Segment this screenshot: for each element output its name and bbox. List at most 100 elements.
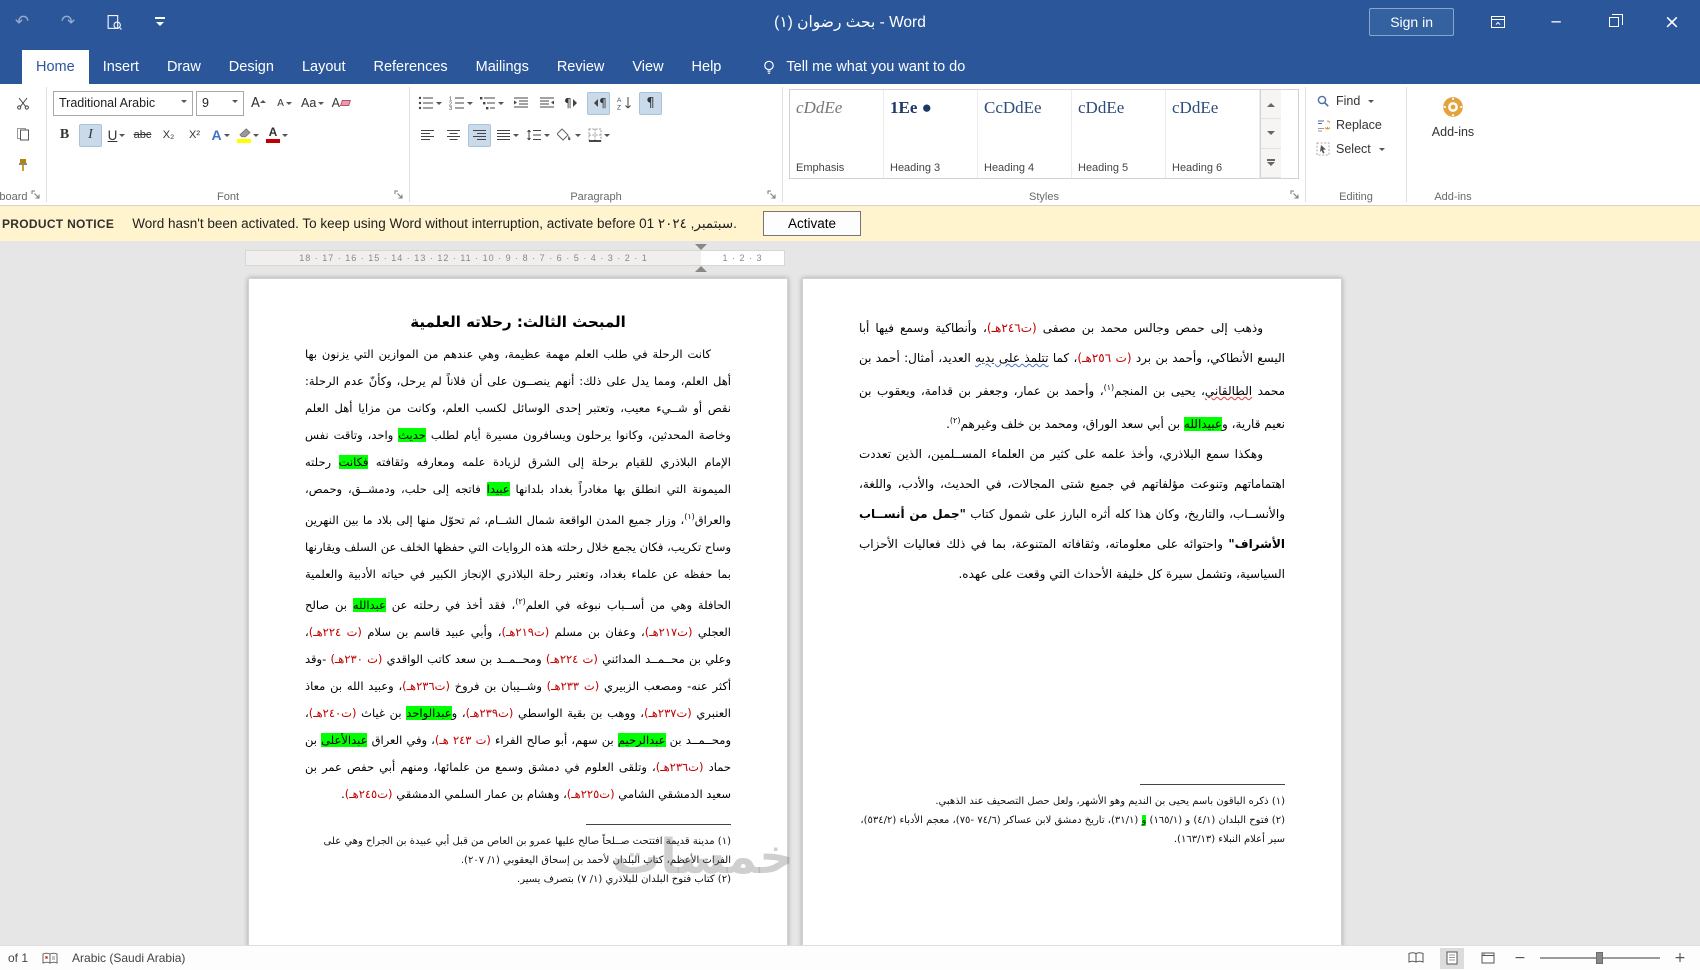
sort-icon[interactable]: AZ [613,92,636,115]
copy-icon[interactable] [12,122,35,145]
notice-message: Word hasn't been activated. To keep usin… [132,215,737,231]
footnote: (٢) فتوح البلدان (٤/١) و (١٦٥/١) و (٣١/١… [860,815,1285,845]
site-watermark: خمسات [612,829,794,885]
document-page-1[interactable]: وذهب إلى حمص وجالس محمد بن مصفى (ت٢٤٦هـ)… [802,278,1342,945]
font-name-combo[interactable]: Traditional Arabic [53,90,193,116]
activate-button[interactable]: Activate [762,211,861,236]
tab-mailings[interactable]: Mailings [462,50,543,84]
style-label: Emphasis [796,162,845,174]
font-color-button[interactable]: A [264,124,290,147]
clipboard-dialog-launcher-icon[interactable] [31,190,43,202]
bullets-icon[interactable] [416,92,444,115]
close-button[interactable]: × [1658,8,1686,36]
clipboard-group: Clipboard [0,84,46,205]
justify-icon[interactable] [494,124,521,147]
proofing-errors-icon[interactable] [42,952,58,964]
paragraph-text[interactable]: كانت الرحلة في طلب العلم مهمة عظيمة، وهي… [305,341,731,808]
redo-icon[interactable]: ↷ [56,10,80,34]
format-painter-icon[interactable] [12,153,35,176]
rtl-direction-icon[interactable]: ¶ [587,91,610,115]
web-layout-icon[interactable] [1476,948,1500,969]
style-heading-4[interactable]: CcDdEe Heading 4 [978,90,1072,178]
read-mode-icon[interactable] [1404,948,1428,969]
sign-in-button[interactable]: Sign in [1369,8,1454,36]
ltr-direction-icon[interactable]: ¶ [561,92,584,115]
tab-insert[interactable]: Insert [89,50,153,84]
print-preview-icon[interactable] [102,10,126,34]
strikethrough-button[interactable]: abc [131,124,154,147]
tab-layout[interactable]: Layout [288,50,360,84]
subscript-button[interactable]: X₂ [157,124,180,147]
undo-icon[interactable]: ↶ [10,10,34,34]
styles-dialog-launcher-icon[interactable] [1290,190,1302,202]
numbering-icon[interactable]: 123 [447,92,475,115]
superscript-button[interactable]: X² [183,124,206,147]
zoom-slider[interactable] [1540,952,1660,964]
borders-icon[interactable] [586,124,612,147]
style-emphasis[interactable]: cDdEe Emphasis [790,90,884,178]
tab-view[interactable]: View [618,50,677,84]
zoom-slider-thumb[interactable] [1596,952,1603,964]
find-button[interactable]: Find [1312,89,1400,113]
ruler-numbers-margin: 1 · 2 · 3 [701,251,784,265]
change-case-button[interactable]: Aa [299,92,326,115]
ruler-numbers-outside: 18 · 17 · 16 · 15 · 14 · 13 · 12 · 11 · … [246,251,701,265]
show-paragraph-marks-icon[interactable]: ¶ [639,91,662,115]
tab-home[interactable]: Home [22,50,89,84]
style-preview: cDdEe [1078,98,1125,117]
tab-draw[interactable]: Draw [153,50,215,84]
highlight-color-button[interactable] [235,124,261,147]
hanging-indent-marker[interactable] [695,260,707,272]
style-heading-3[interactable]: 1Ee ● Heading 3 [884,90,978,178]
addins-group: Add-ins Add-ins [1407,84,1499,205]
shading-icon[interactable] [555,124,583,147]
style-heading-6[interactable]: cDdEe Heading 6 [1166,90,1260,178]
zoom-out-button[interactable]: − [1512,950,1528,966]
align-right-icon[interactable] [468,123,491,147]
multilevel-list-icon[interactable] [478,92,506,115]
decrease-indent-icon[interactable] [509,92,532,115]
gallery-scroll-down-icon[interactable] [1261,119,1281,149]
paragraph-text[interactable]: وذهب إلى حمص وجالس محمد بن مصفى (ت٢٤٦هـ)… [859,313,1285,439]
font-size-combo[interactable]: 9 [196,90,244,116]
italic-button[interactable]: I [79,123,102,147]
select-button[interactable]: Select [1312,137,1400,161]
gallery-scroll-up-icon[interactable] [1261,90,1281,120]
tab-help[interactable]: Help [678,50,736,84]
print-layout-icon[interactable] [1440,947,1464,969]
font-dialog-launcher-icon[interactable] [394,190,406,202]
increase-indent-icon[interactable] [535,92,558,115]
line-spacing-icon[interactable] [524,124,552,147]
page-count-indicator[interactable]: of 1 [8,951,28,965]
language-indicator[interactable]: Arabic (Saudi Arabia) [72,951,185,965]
paragraph-text[interactable]: وهكذا سمع البلاذري، وأخذ علمه على كثير م… [859,439,1285,589]
style-label: Heading 5 [1078,162,1129,174]
svg-text:3: 3 [449,106,452,110]
addins-button[interactable]: Add-ins [1413,89,1493,145]
align-left-icon[interactable] [416,124,439,147]
replace-button[interactable]: Replace [1312,113,1400,137]
word-window: بحث رضوان (١) - Word ↶ ↷ Sign in ─ × Hom… [0,0,1700,970]
style-heading-5[interactable]: cDdEe Heading 5 [1072,90,1166,178]
tab-review[interactable]: Review [543,50,619,84]
tab-design[interactable]: Design [215,50,288,84]
clear-formatting-button[interactable]: A [329,92,352,115]
cut-icon[interactable] [12,91,35,114]
bold-button[interactable]: B [53,124,76,147]
underline-button[interactable]: U [105,124,128,147]
shrink-font-button[interactable]: A [273,92,296,115]
tab-references[interactable]: References [359,50,461,84]
minimize-button[interactable]: ─ [1542,8,1570,36]
gallery-more-icon[interactable] [1261,148,1281,178]
paragraph-dialog-launcher-icon[interactable] [767,190,779,202]
restore-button[interactable] [1600,8,1628,36]
tell-me-box[interactable]: Tell me what you want to do [761,50,965,84]
horizontal-ruler[interactable]: 18 · 17 · 16 · 15 · 14 · 13 · 12 · 11 · … [245,244,785,272]
zoom-in-button[interactable]: + [1672,950,1688,966]
ribbon-display-options-icon[interactable] [1484,8,1512,36]
customize-quick-access-icon[interactable] [148,10,172,34]
text-effects-button[interactable]: A [209,124,232,147]
first-line-indent-marker[interactable] [695,244,707,256]
align-center-icon[interactable] [442,124,465,147]
grow-font-button[interactable]: A [247,92,270,115]
